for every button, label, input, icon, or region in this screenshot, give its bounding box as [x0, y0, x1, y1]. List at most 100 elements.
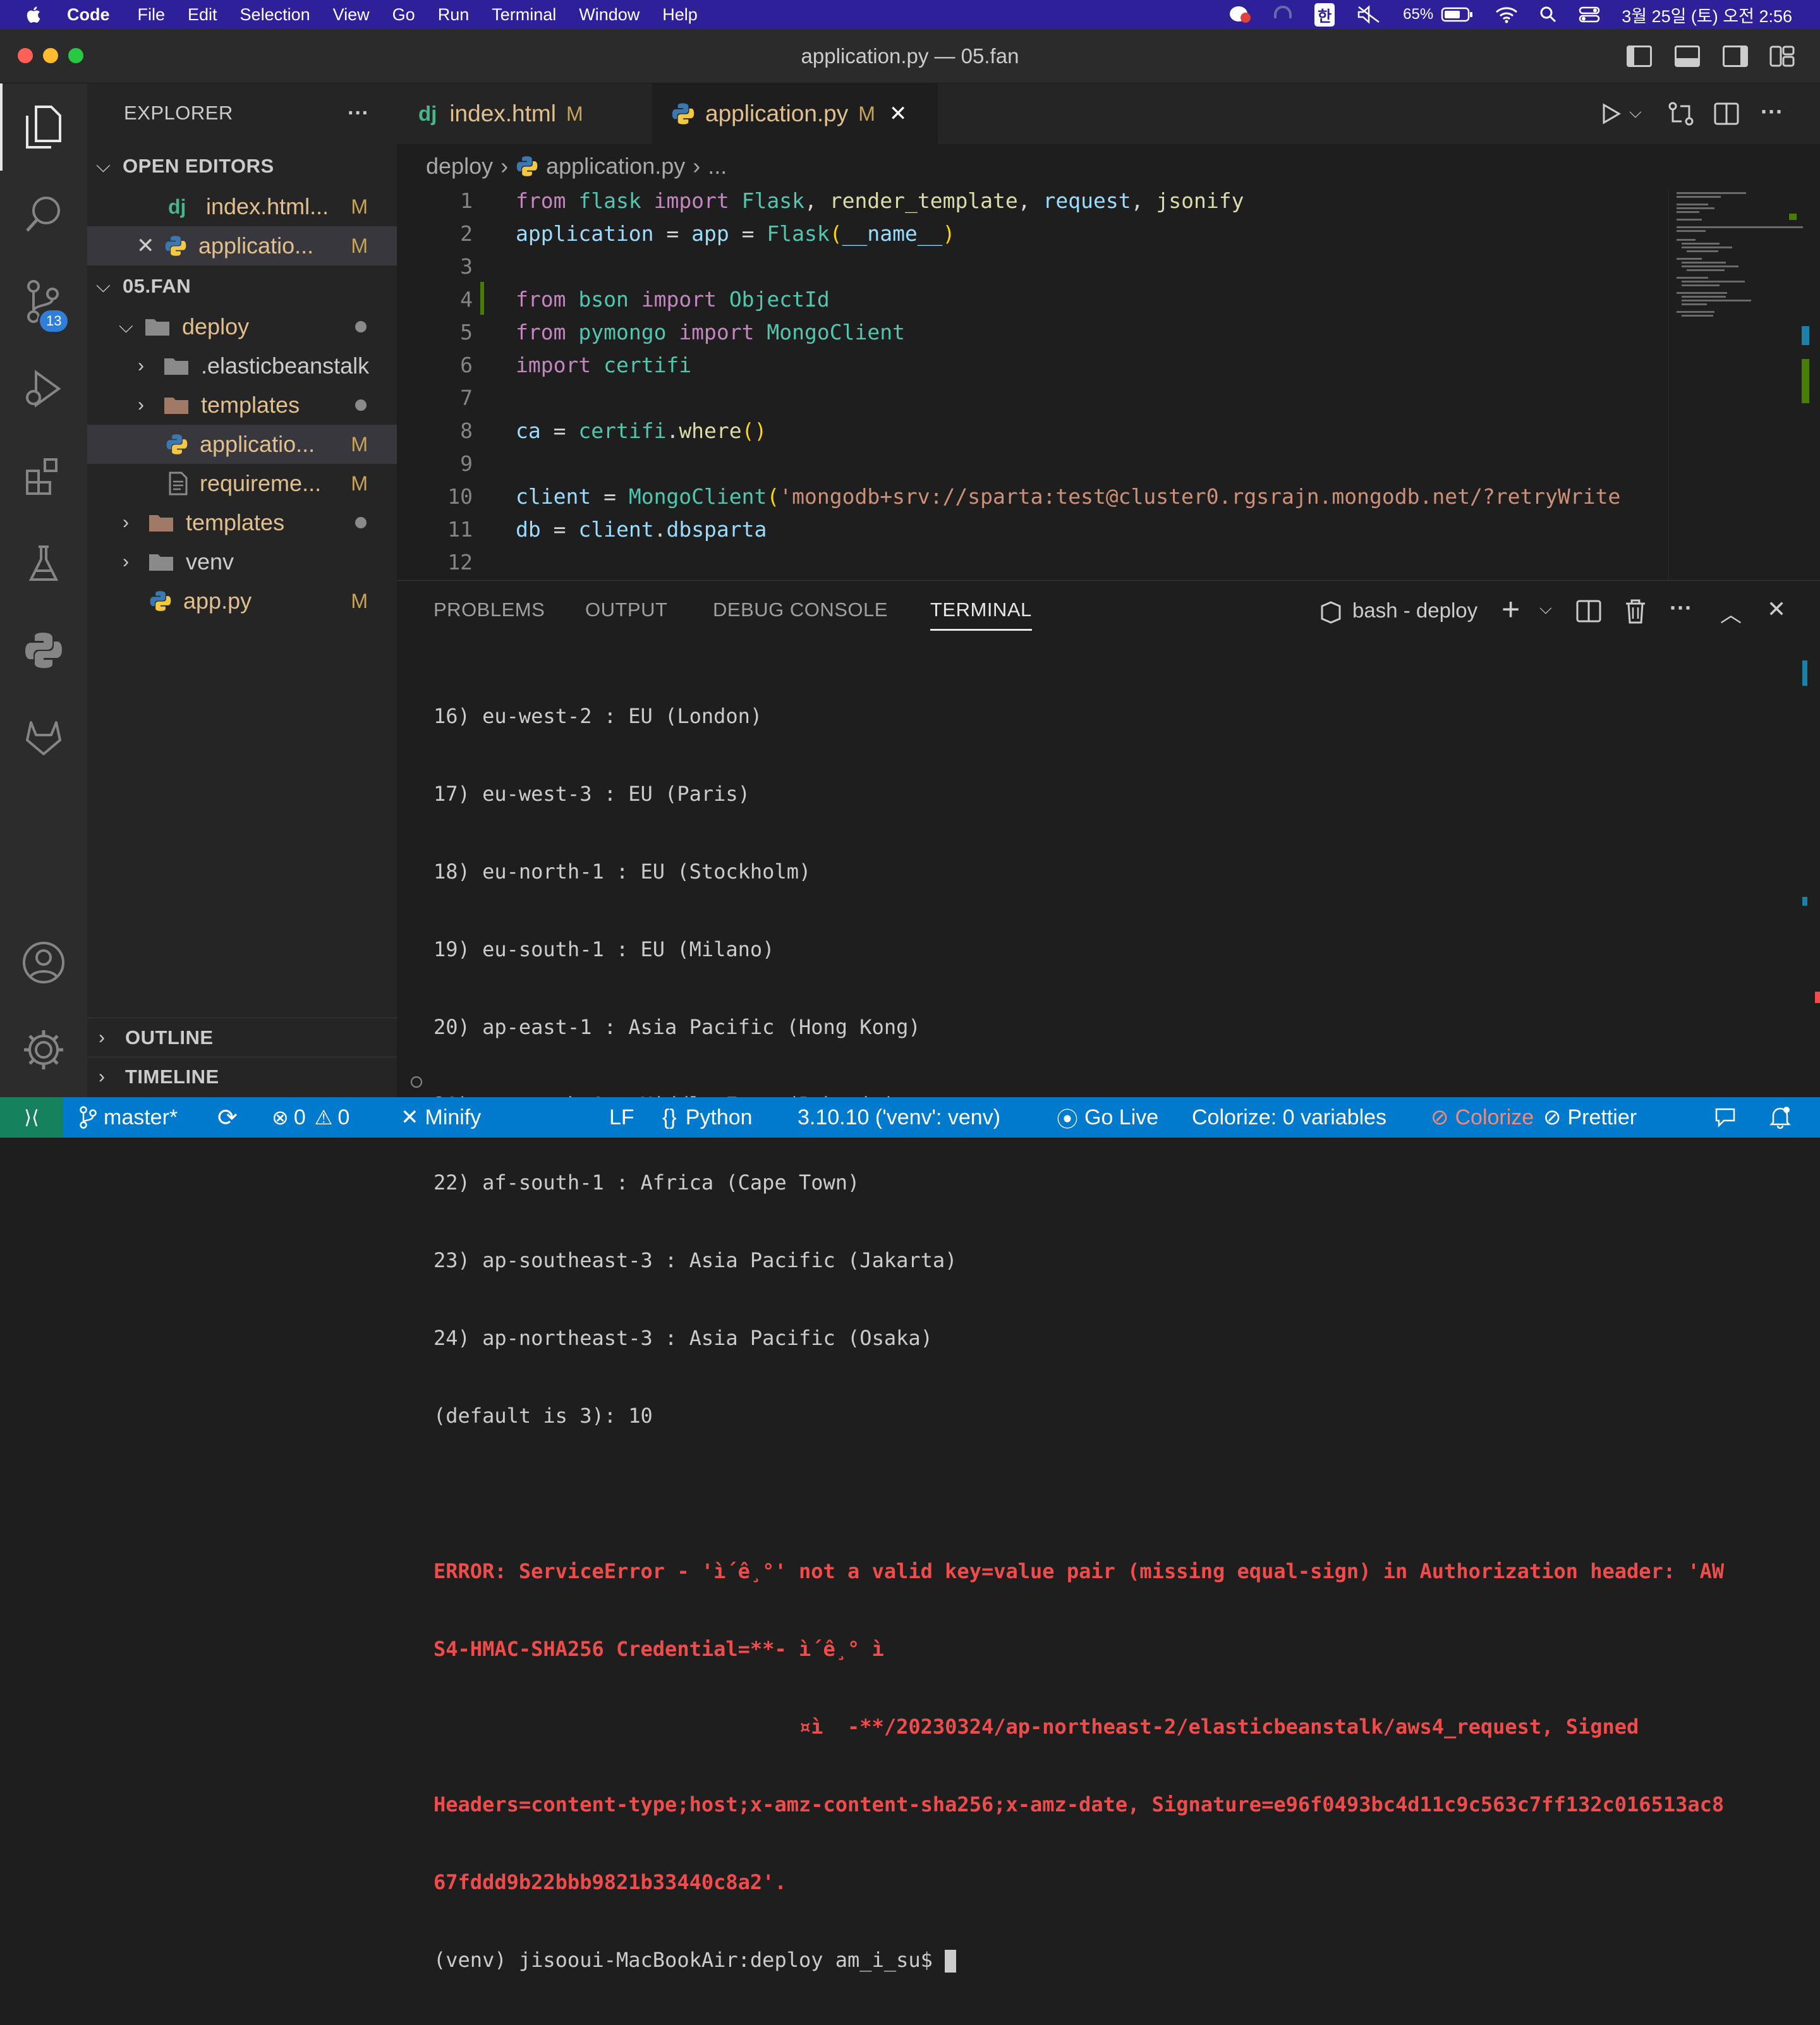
remote-indicator[interactable]: ⟩⟨ — [0, 1097, 63, 1138]
control-center-icon[interactable] — [1579, 6, 1600, 23]
tree-folder-templates[interactable]: › templates — [87, 386, 397, 425]
minify-button[interactable]: ✕ Minify — [401, 1097, 481, 1138]
terminal-error-line: ¤ì -**/20230324/ap-northeast-2/elasticbe… — [434, 1715, 1639, 1739]
spotlight-search-icon[interactable] — [1539, 6, 1557, 23]
tree-folder-elasticbeanstalk[interactable]: › .elasticbeanstalk — [87, 346, 397, 386]
battery-icon[interactable] — [1441, 6, 1474, 23]
tree-folder-templates-root[interactable]: › templates — [87, 503, 397, 542]
code-editor[interactable]: 1 2 3 4 5 6 7 8 9 10 11 12 from flask im… — [397, 188, 1668, 580]
colorize-variables[interactable]: Colorize: 0 variables — [1192, 1097, 1386, 1138]
git-branch[interactable]: master* — [78, 1097, 178, 1138]
open-editors-header[interactable]: ⌵ OPEN EDITORS — [87, 147, 397, 186]
code-token: client — [578, 517, 654, 542]
run-python-file-icon[interactable] — [1600, 102, 1622, 125]
maximize-panel-icon[interactable]: ︿ — [1720, 597, 1742, 628]
chevron-right-icon: › — [693, 153, 701, 179]
tab-problems[interactable]: PROBLEMS — [434, 599, 545, 621]
close-tab-icon[interactable]: ✕ — [889, 101, 907, 126]
timeline-header[interactable]: › TIMELINE — [87, 1057, 397, 1096]
eol-selector[interactable]: LF — [609, 1097, 634, 1138]
tab-index-html[interactable]: dj index.html M — [397, 83, 648, 144]
go-live-button[interactable]: ⦿ Go Live — [1057, 1097, 1158, 1138]
accounts-activity[interactable] — [0, 919, 87, 1006]
toggle-primary-sidebar-icon[interactable] — [1627, 46, 1652, 67]
line-number: 2 — [460, 221, 473, 246]
tab-application-py[interactable]: application.py M ✕ — [652, 83, 938, 144]
input-method-indicator[interactable]: 한 — [1314, 3, 1335, 27]
notifications-button[interactable] — [1769, 1097, 1791, 1138]
menu-window[interactable]: Window — [579, 5, 640, 25]
breadcrumb-symbols[interactable]: ... — [708, 153, 727, 179]
menu-view[interactable]: View — [333, 5, 370, 25]
headphones-icon[interactable] — [1273, 4, 1293, 25]
wifi-icon[interactable] — [1495, 6, 1518, 23]
outline-header[interactable]: › OUTLINE — [87, 1018, 397, 1057]
terminal-profile-chevron-icon[interactable]: ⌵ — [1539, 599, 1552, 619]
project-folder-header[interactable]: ⌵ 05.FAN — [87, 267, 397, 306]
trash-icon[interactable] — [1624, 599, 1647, 624]
python-activity[interactable] — [0, 607, 87, 694]
menu-help[interactable]: Help — [662, 5, 698, 25]
breadcrumb-folder[interactable]: deploy — [426, 153, 493, 179]
split-editor-icon[interactable] — [1714, 102, 1739, 125]
menu-go[interactable]: Go — [392, 5, 415, 25]
run-options-chevron-icon[interactable]: ⌵ — [1629, 102, 1642, 123]
timeline-title: TIMELINE — [125, 1065, 219, 1088]
manage-activity[interactable] — [0, 1006, 87, 1093]
explorer-activity[interactable] — [0, 83, 87, 171]
language-mode[interactable]: {} Python — [662, 1097, 753, 1138]
feedback-button[interactable] — [1714, 1097, 1737, 1138]
open-editor-item[interactable]: dj index.html... M — [87, 187, 397, 226]
terminal-shell-name[interactable]: bash - deploy — [1352, 599, 1477, 623]
sync-button[interactable]: ⟳ — [217, 1097, 238, 1138]
search-activity[interactable] — [0, 171, 87, 258]
toggle-panel-icon[interactable] — [1675, 46, 1700, 67]
editor-more-actions-icon[interactable]: ··· — [1761, 99, 1783, 125]
colorize-button[interactable]: ⊘ Colorize — [1431, 1097, 1534, 1138]
terminal-output[interactable]: 16) eu-west-2 : EU (London) 17) eu-west-… — [434, 652, 1799, 2025]
tree-folder-deploy[interactable]: ⌵ deploy — [87, 307, 397, 346]
menu-terminal[interactable]: Terminal — [492, 5, 556, 25]
new-terminal-icon[interactable]: + — [1502, 591, 1520, 628]
split-terminal-icon[interactable] — [1576, 600, 1601, 623]
open-editor-item[interactable]: ✕ applicatio... M — [87, 226, 397, 265]
close-panel-icon[interactable]: ✕ — [1767, 596, 1786, 623]
explorer-more-button[interactable]: ··· — [348, 101, 369, 126]
menu-app-name[interactable]: Code — [67, 5, 110, 25]
minimap[interactable] — [1668, 188, 1820, 580]
menu-selection[interactable]: Selection — [240, 5, 310, 25]
flask-icon — [28, 545, 59, 581]
breadcrumb-file[interactable]: application.py — [546, 153, 685, 179]
toggle-secondary-sidebar-icon[interactable] — [1723, 46, 1748, 67]
chat-status-icon[interactable] — [1228, 4, 1251, 25]
tab-debug-console[interactable]: DEBUG CONSOLE — [713, 599, 888, 621]
tree-file-application[interactable]: applicatio... M — [87, 425, 397, 464]
code-line: client = MongoClient('mongodb+srv://spar… — [516, 484, 1620, 509]
extensions-activity[interactable] — [0, 432, 87, 520]
tree-folder-venv[interactable]: › venv — [87, 542, 397, 581]
mute-icon[interactable] — [1356, 4, 1381, 25]
panel-more-actions-icon[interactable]: ··· — [1670, 595, 1692, 621]
menu-clock[interactable]: 3월 25일 (토) 오전 2:56 — [1622, 3, 1792, 27]
apple-icon[interactable] — [24, 5, 42, 24]
source-control-activity[interactable]: 13 — [0, 258, 87, 345]
prettier-button[interactable]: ⊘ Prettier — [1543, 1097, 1637, 1138]
tab-terminal[interactable]: TERMINAL — [930, 599, 1032, 631]
problems-summary[interactable]: ⊗ 0 ⚠ 0 — [272, 1097, 349, 1138]
python-interpreter[interactable]: 3.10.10 ('venv': venv) — [798, 1097, 1000, 1138]
run-debug-activity[interactable] — [0, 345, 87, 432]
git-branch-icon — [80, 1106, 97, 1129]
tree-file-app[interactable]: app.py M — [87, 581, 397, 621]
tree-file-requirements[interactable]: requireme... M — [87, 464, 397, 503]
modified-indicator: M — [351, 589, 368, 612]
menu-file[interactable]: File — [138, 5, 166, 25]
open-changes-icon[interactable] — [1667, 101, 1695, 126]
testing-activity[interactable] — [0, 520, 87, 607]
terminal-line: (default is 3): 10 — [434, 1404, 653, 1428]
close-icon[interactable]: ✕ — [136, 233, 155, 258]
gitlab-activity[interactable] — [0, 694, 87, 781]
menu-run[interactable]: Run — [438, 5, 470, 25]
customize-layout-icon[interactable] — [1769, 46, 1795, 67]
menu-edit[interactable]: Edit — [188, 5, 217, 25]
tab-output[interactable]: OUTPUT — [585, 599, 667, 621]
